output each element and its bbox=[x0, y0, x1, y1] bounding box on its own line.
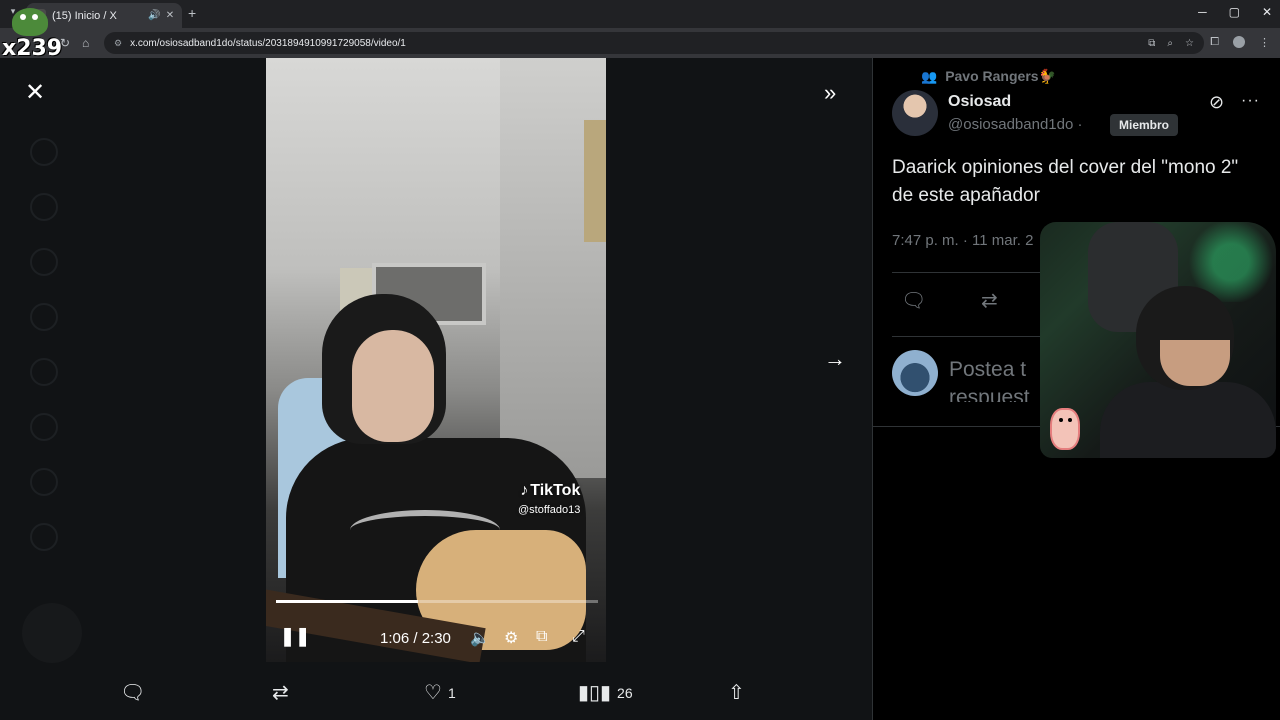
dimmed-sidebar bbox=[30, 138, 58, 551]
profile-nav-icon bbox=[30, 468, 58, 496]
extensions-icon[interactable]: ⧠ bbox=[1210, 36, 1219, 49]
repost-button[interactable]: ⇄ bbox=[272, 680, 289, 705]
extensions-area: ⧠ ⋮ bbox=[1210, 36, 1270, 49]
tiktok-handle: @stoffado13 bbox=[518, 504, 581, 516]
explore-nav-icon bbox=[30, 193, 58, 221]
reply-icon: 🗨 bbox=[120, 682, 146, 704]
bookmark-star-icon[interactable]: ☆ bbox=[1185, 38, 1194, 49]
post-text: Daarick opiniones del cover del "mono 2"… bbox=[892, 157, 1239, 206]
repost-icon: ⇄ bbox=[272, 682, 289, 704]
video-progress-bar[interactable] bbox=[276, 600, 598, 603]
community-name: Pavo Rangers🐓 bbox=[945, 68, 1056, 84]
minimize-icon[interactable]: ─ bbox=[1198, 5, 1207, 19]
messages-nav-icon bbox=[30, 303, 58, 331]
community-icon: 👥 bbox=[921, 68, 938, 84]
browser-toolbar: ↻ ⌂ ⚙ x.com/osiosadband1do/status/203189… bbox=[0, 28, 1280, 58]
tiktok-brand: TikTok bbox=[530, 482, 581, 499]
url-text: x.com/osiosadband1do/status/203189491099… bbox=[130, 37, 406, 49]
compose-nav-icon bbox=[22, 603, 82, 663]
member-badge: Miembro bbox=[1110, 114, 1179, 136]
video-progress-fill bbox=[276, 600, 418, 603]
new-tab-icon[interactable]: + bbox=[188, 5, 196, 21]
maximize-icon[interactable]: ▢ bbox=[1229, 5, 1240, 19]
address-bar[interactable]: ⚙ x.com/osiosadband1do/status/2031894910… bbox=[104, 32, 1204, 54]
post-timestamp[interactable]: 7:47 p. m. · 11 mar. 2 bbox=[892, 232, 1033, 249]
webcam-face bbox=[1160, 340, 1230, 386]
reply-button[interactable]: 🗨 bbox=[120, 680, 145, 705]
home-nav-icon bbox=[30, 138, 58, 166]
zoom-icon[interactable]: ⌕ bbox=[1167, 38, 1173, 49]
tab-close-icon[interactable]: ✕ bbox=[164, 10, 176, 21]
author-name[interactable]: Osiosad bbox=[948, 93, 1011, 111]
home-icon[interactable]: ⌂ bbox=[82, 36, 89, 50]
window-controls: ─ ▢ ✕ bbox=[1198, 5, 1272, 19]
more-nav-icon bbox=[30, 523, 58, 551]
close-icon[interactable]: ✕ bbox=[22, 80, 48, 106]
author-handle[interactable]: @osiosadband1do · bbox=[948, 116, 1083, 133]
settings-icon[interactable]: ⚙ bbox=[504, 628, 518, 648]
video-controls: ❚❚ 1:06 / 2:30 🔈 ⚙ ⧉ ⤢ bbox=[266, 626, 606, 650]
video-player[interactable]: ♪ TikTok @stoffado13 ❚❚ 1:06 / 2:30 🔈 ⚙ ⧉… bbox=[266, 58, 606, 662]
community-label[interactable]: 👥 Pavo Rangers🐓 bbox=[921, 68, 1056, 85]
menu-icon[interactable]: ⋮ bbox=[1259, 36, 1270, 49]
site-info-icon[interactable]: ⚙ bbox=[114, 38, 122, 49]
media-action-bar: 🗨 ⇄ ♡ 1 ▮▯▮ 26 ⇧ bbox=[0, 674, 872, 710]
tiktok-logo-icon: ♪ bbox=[520, 482, 529, 499]
grok-icon[interactable]: ⊘ bbox=[1209, 92, 1224, 113]
reply-input-placeholder-line2[interactable]: respuest bbox=[949, 384, 1049, 402]
streamer-webcam-overlay bbox=[1040, 222, 1276, 458]
more-options-icon[interactable]: ··· bbox=[1241, 92, 1260, 110]
pause-icon[interactable]: ❚❚ bbox=[280, 626, 310, 647]
like-button[interactable]: ♡ 1 bbox=[424, 680, 456, 705]
volume-icon[interactable]: 🔈 bbox=[470, 628, 490, 648]
share-button[interactable]: ⇧ bbox=[728, 680, 745, 705]
author-avatar[interactable] bbox=[892, 90, 938, 136]
grok-nav-icon bbox=[30, 248, 58, 276]
post-repost-icon[interactable]: ⇄ bbox=[981, 288, 998, 313]
install-app-icon[interactable]: ⧉ bbox=[1148, 38, 1155, 49]
post-reply-icon[interactable]: 🗨 bbox=[901, 288, 926, 313]
window-close-icon[interactable]: ✕ bbox=[1262, 5, 1272, 19]
video-frame-face bbox=[352, 330, 434, 442]
premium-nav-icon bbox=[30, 358, 58, 386]
like-count: 1 bbox=[447, 684, 456, 701]
tiktok-watermark: ♪ TikTok @stoffado13 bbox=[518, 482, 580, 516]
video-time: 1:06 / 2:30 bbox=[380, 630, 451, 647]
share-icon: ⇧ bbox=[728, 682, 745, 704]
pip-icon[interactable]: ⧉ bbox=[536, 628, 547, 646]
views-button[interactable]: ▮▯▮ 26 bbox=[578, 680, 633, 705]
tab-strip: ▾ (15) Inicio / X 🔊 ✕ + ─ ▢ ✕ bbox=[0, 0, 1280, 28]
view-count: 26 bbox=[617, 684, 633, 701]
pig-sticker-icon bbox=[1050, 408, 1080, 450]
analytics-icon: ▮▯▮ bbox=[578, 682, 612, 704]
fullscreen-icon[interactable]: ⤢ bbox=[572, 628, 585, 646]
heart-icon: ♡ bbox=[424, 682, 442, 704]
frog-icon bbox=[12, 8, 48, 36]
lists-nav-icon bbox=[30, 413, 58, 441]
stream-overlay-logo: x239 bbox=[2, 8, 62, 61]
reply-input-placeholder[interactable]: Postea t bbox=[949, 356, 1049, 384]
audio-icon[interactable]: 🔊 bbox=[148, 10, 160, 21]
next-media-icon[interactable]: → bbox=[824, 346, 846, 372]
profile-avatar[interactable] bbox=[1233, 36, 1245, 48]
video-frame-poster bbox=[584, 120, 606, 242]
collapse-panel-icon[interactable]: » bbox=[824, 80, 836, 106]
user-avatar bbox=[892, 350, 938, 396]
tab-title: (15) Inicio / X bbox=[52, 9, 117, 22]
webcam-body bbox=[1100, 382, 1276, 458]
